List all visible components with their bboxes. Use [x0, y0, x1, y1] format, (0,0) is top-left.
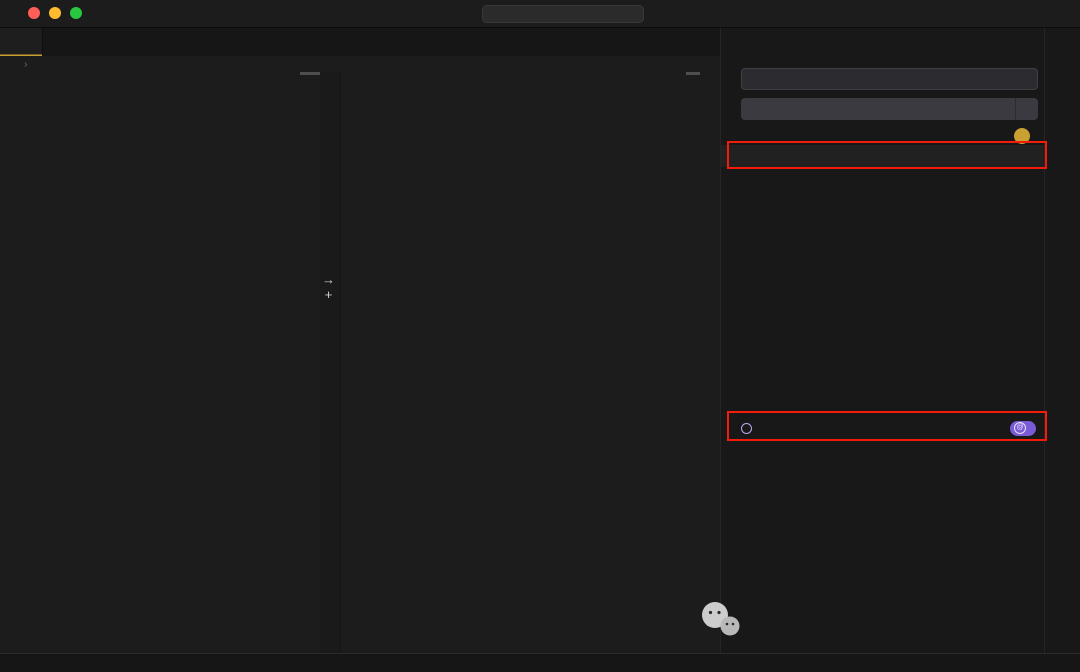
commit-button-main[interactable]	[741, 98, 1015, 120]
horizontal-scrollbar[interactable]	[299, 72, 320, 75]
diff-original-pane[interactable]	[0, 72, 320, 653]
diff-sash[interactable]	[319, 72, 340, 653]
commit-graph-row[interactable]: @	[721, 417, 1044, 439]
window-controls	[28, 7, 82, 19]
diff-editor: → +	[0, 72, 720, 653]
commit-node-icon	[741, 422, 752, 434]
changed-file-row[interactable]	[721, 145, 1045, 167]
source-control-sidebar: @	[720, 28, 1045, 653]
changes-count-badge	[1014, 128, 1031, 144]
head-icon: @	[1014, 422, 1027, 434]
changes-section-header[interactable]	[721, 127, 1044, 145]
tab-app-vue[interactable]	[0, 28, 43, 56]
commit-message-input[interactable]	[742, 73, 1038, 85]
command-center-search[interactable]	[482, 5, 644, 23]
scm-section-header[interactable]	[721, 48, 1044, 66]
commit-dropdown[interactable]	[1015, 98, 1038, 120]
commit-button[interactable]	[741, 98, 1039, 120]
editor-actions	[706, 28, 720, 56]
diff-action-arrows[interactable]: → +	[322, 272, 335, 302]
breadcrumb[interactable]: ›	[0, 56, 720, 72]
sidebar-title	[721, 28, 1044, 48]
cursor-editor-window: › → + @	[0, 0, 1080, 672]
tab-bar	[0, 28, 720, 56]
overview-ruler[interactable]	[698, 72, 720, 653]
diff-modified-pane[interactable]	[339, 72, 720, 653]
close-window-button[interactable]	[28, 7, 40, 19]
activity-bar	[1044, 28, 1080, 653]
breadcrumb-separator: ›	[24, 58, 28, 70]
titlebar	[0, 0, 1080, 28]
minimize-window-button[interactable]	[49, 7, 61, 19]
branch-pill[interactable]: @	[1010, 420, 1037, 436]
editor-region: › → +	[0, 28, 720, 653]
gitlens-section-header[interactable]	[721, 633, 1044, 647]
maximize-window-button[interactable]	[70, 7, 82, 19]
commit-message-box	[741, 68, 1039, 90]
graph-section-header[interactable]	[721, 402, 1044, 417]
status-bar	[0, 653, 1080, 672]
